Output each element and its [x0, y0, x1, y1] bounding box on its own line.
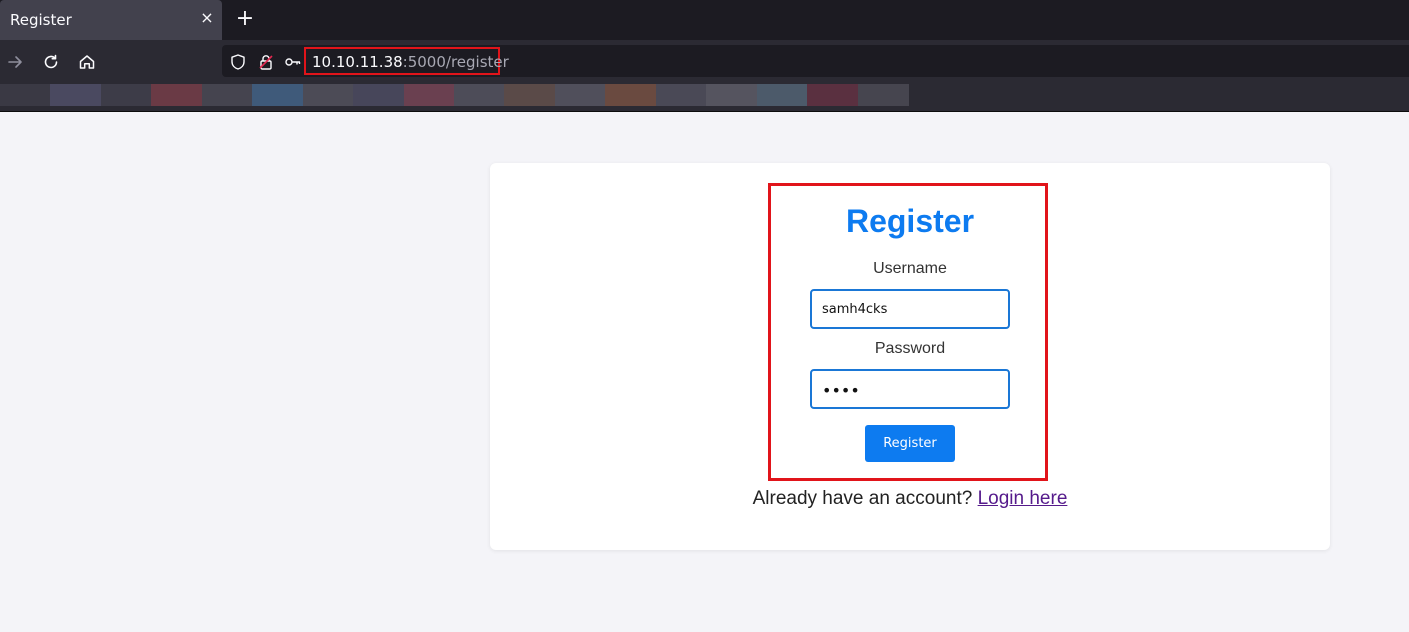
reload-icon[interactable] [40, 51, 62, 73]
url-path: :5000/register [402, 53, 509, 71]
username-label: Username [873, 260, 947, 277]
url-text[interactable]: 10.10.11.38:5000/register [312, 53, 509, 71]
page-title: Register [845, 203, 975, 239]
username-field[interactable] [810, 289, 1010, 329]
key-icon[interactable] [284, 53, 302, 71]
bookmark-block[interactable] [605, 84, 657, 106]
insecure-lock-icon[interactable] [257, 53, 275, 71]
bookmark-block[interactable] [454, 84, 505, 106]
bookmark-block[interactable] [756, 84, 808, 106]
bookmark-block[interactable] [201, 84, 253, 106]
bookmark-block[interactable] [554, 84, 606, 106]
bookmarks-bar [0, 84, 1409, 112]
shield-icon[interactable] [229, 53, 247, 71]
password-label: Password [874, 340, 946, 357]
bookmark-block[interactable] [50, 84, 102, 106]
register-button[interactable]: Register [865, 425, 955, 462]
bookmark-block[interactable] [302, 84, 354, 106]
login-link[interactable]: Login here [978, 488, 1068, 509]
bookmark-block[interactable] [353, 84, 405, 106]
bookmark-block[interactable] [655, 84, 707, 106]
home-icon[interactable] [76, 51, 98, 73]
bookmark-block[interactable] [151, 84, 203, 106]
bookmark-block[interactable] [706, 84, 758, 106]
plus-icon[interactable]: + [234, 8, 256, 30]
nav-bar: 10.10.11.38:5000/register [0, 40, 1409, 84]
tab-title: Register [10, 11, 72, 29]
close-icon[interactable]: × [198, 9, 216, 27]
bookmark-block[interactable] [0, 84, 51, 106]
bookmark-block[interactable] [857, 84, 909, 106]
bookmark-block[interactable] [100, 84, 152, 106]
bookmark-block[interactable] [807, 84, 859, 106]
tab-bar: Register × + [0, 0, 1409, 40]
bookmark-block[interactable] [403, 84, 455, 106]
password-mask: •••• [822, 381, 860, 400]
url-bar[interactable]: 10.10.11.38:5000/register [222, 45, 1409, 77]
forward-icon[interactable] [4, 51, 26, 73]
bookmark-block[interactable] [504, 84, 556, 106]
login-prompt: Already have an account? Login here [490, 488, 1330, 510]
tab-register[interactable]: Register × [0, 0, 222, 40]
url-host: 10.10.11.38 [312, 53, 403, 71]
bookmark-block[interactable] [252, 84, 304, 106]
register-card: Register Username Password •••• Register… [490, 163, 1330, 550]
login-prompt-text: Already have an account? [752, 488, 973, 509]
